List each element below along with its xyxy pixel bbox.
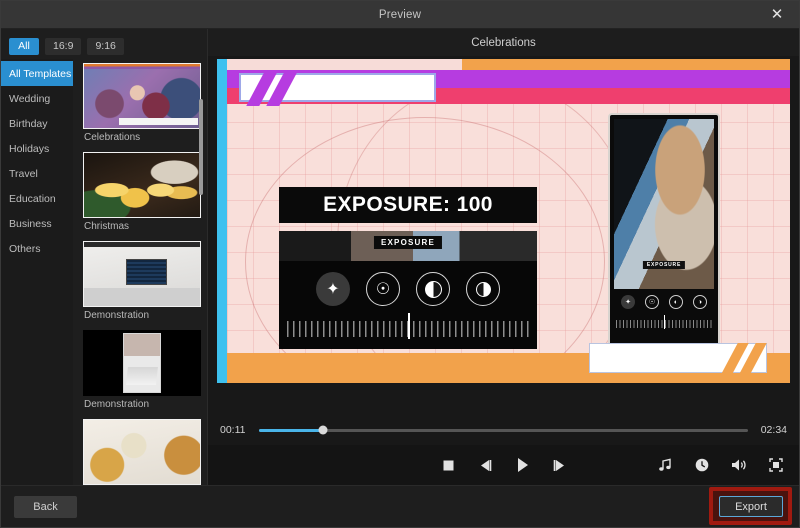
- sidebar-item-holidays[interactable]: Holidays: [1, 136, 73, 161]
- template-label: Demonstration: [84, 399, 150, 410]
- phone-slider-marker: [664, 315, 665, 329]
- magic-wand-icon: ✦: [316, 272, 350, 306]
- total-time: 02:34: [760, 424, 787, 436]
- chip-9-16[interactable]: 9:16: [87, 37, 124, 55]
- chip-all[interactable]: All: [9, 37, 39, 55]
- exposure-tag: EXPOSURE: [373, 236, 443, 249]
- category-list: All Templates Wedding Birthday Holidays …: [1, 59, 73, 485]
- thumbnail-art-demonstration: [84, 242, 200, 306]
- volume-icon[interactable]: [730, 456, 748, 474]
- overlay-heading: EXPOSURE: 100: [279, 187, 537, 223]
- music-icon[interactable]: [656, 456, 674, 474]
- template-card[interactable]: Christmas: [83, 152, 201, 232]
- phone-control-icons: ✦ ☉ ◐ ◑: [610, 295, 718, 309]
- play-button[interactable]: [513, 456, 531, 474]
- fullscreen-icon[interactable]: [767, 456, 785, 474]
- contrast-icon: ◑: [693, 295, 707, 309]
- exposure-slider-marker: [408, 313, 410, 339]
- thumbnail-art-easter: [84, 420, 200, 484]
- browser-columns: All Templates Wedding Birthday Holidays …: [1, 59, 207, 485]
- clock-icon[interactable]: [693, 456, 711, 474]
- sidebar-item-wedding[interactable]: Wedding: [1, 86, 73, 111]
- template-label: Celebrations: [84, 132, 141, 143]
- preview-window: Preview ✕ All 16:9 9:16 All Templates We…: [0, 0, 800, 528]
- sidebar-item-education[interactable]: Education: [1, 186, 73, 211]
- brightness-icon: [416, 272, 450, 306]
- back-button[interactable]: Back: [14, 495, 77, 518]
- seek-progress: [259, 428, 323, 432]
- template-thumbnail[interactable]: [83, 419, 201, 485]
- template-browser: All 16:9 9:16 All Templates Wedding Birt…: [1, 29, 208, 485]
- sidebar-item-others[interactable]: Others: [1, 236, 73, 261]
- preview-stage: EXPOSURE: 100 EXPOSURE ✦ ☉ EXPOSURE ✦ ☉ …: [208, 56, 799, 415]
- sidebar-item-business[interactable]: Business: [1, 211, 73, 236]
- template-label: Demonstration: [84, 310, 150, 321]
- canvas-stripe-cyan: [217, 59, 227, 383]
- footer-bar: Back Export: [1, 485, 799, 527]
- template-card[interactable]: Demonstration: [83, 241, 201, 321]
- video-canvas[interactable]: EXPOSURE: 100 EXPOSURE ✦ ☉ EXPOSURE ✦ ☉ …: [217, 59, 790, 383]
- previous-frame-button[interactable]: [476, 456, 494, 474]
- phone-exposure-tag: EXPOSURE: [642, 261, 686, 269]
- canvas-bottom-banner: [589, 343, 767, 376]
- template-thumbnail[interactable]: [83, 241, 201, 307]
- thumbnail-art-demonstration-vertical: [123, 332, 161, 394]
- magic-wand-icon: ✦: [621, 295, 635, 309]
- sidebar-item-travel[interactable]: Travel: [1, 161, 73, 186]
- preview-panel: Celebrations EXPOSURE: 100 EXPOSURE ✦ ☉ …: [208, 29, 799, 485]
- brightness-icon: ◐: [669, 295, 683, 309]
- thumbnail-art-christmas: [84, 153, 200, 217]
- phone-mockup: EXPOSURE ✦ ☉ ◐ ◑ Cancel ◼: [608, 113, 720, 365]
- template-card[interactable]: [83, 419, 201, 485]
- transport-controls: [208, 445, 799, 485]
- current-time: 00:11: [220, 424, 246, 436]
- next-frame-button[interactable]: [550, 456, 568, 474]
- canvas-top-banner: [239, 73, 436, 106]
- thumbnail-art-celebrations: [84, 64, 200, 128]
- title-bar: Preview ✕: [1, 1, 799, 29]
- template-list-scrollbar[interactable]: [199, 99, 203, 195]
- seek-slider[interactable]: [259, 425, 748, 435]
- template-thumbnail[interactable]: [83, 330, 201, 396]
- close-icon[interactable]: ✕: [755, 1, 799, 28]
- template-card[interactable]: Demonstration: [83, 330, 201, 410]
- template-thumbnail[interactable]: [83, 63, 201, 129]
- stop-button[interactable]: [439, 456, 457, 474]
- seek-bar-row: 00:11 02:34: [208, 415, 799, 445]
- transport-right-controls: [656, 445, 785, 485]
- exposure-icon: ☉: [645, 295, 659, 309]
- contrast-icon: [466, 272, 500, 306]
- page-title: Celebrations: [208, 29, 799, 56]
- seek-handle[interactable]: [318, 425, 328, 435]
- sidebar-item-all-templates[interactable]: All Templates: [1, 61, 73, 86]
- template-card[interactable]: Celebrations: [83, 63, 201, 143]
- aspect-ratio-filter: All 16:9 9:16: [1, 33, 207, 59]
- chip-16-9[interactable]: 16:9: [45, 37, 82, 55]
- export-button[interactable]: Export: [719, 496, 783, 517]
- template-thumbnail[interactable]: [83, 152, 201, 218]
- window-title: Preview: [378, 8, 422, 21]
- template-label: Christmas: [84, 221, 130, 232]
- template-grid: Celebrations Christmas Demonstration Dem…: [73, 59, 207, 485]
- camera-control-icons: ✦ ☉: [279, 269, 537, 309]
- camera-controls-mock: EXPOSURE ✦ ☉: [279, 231, 537, 349]
- sidebar-item-birthday[interactable]: Birthday: [1, 111, 73, 136]
- window-body: All 16:9 9:16 All Templates Wedding Birt…: [1, 29, 799, 485]
- exposure-icon: ☉: [366, 272, 400, 306]
